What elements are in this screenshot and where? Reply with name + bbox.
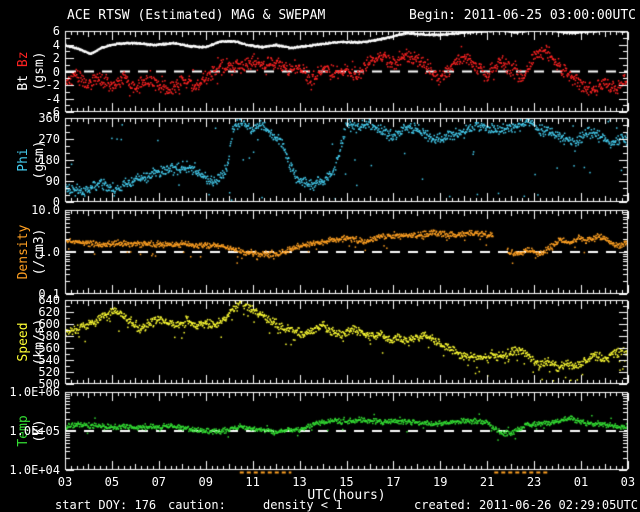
xtick-label: 17 (386, 475, 401, 489)
xaxis-tick-labels: 03 05 07 09 11 13 15 17 19 21 23 01 03 (51, 475, 640, 489)
xtick-label: 13 (292, 475, 307, 489)
xtick-label: 01 (573, 475, 589, 489)
footer-caution-value: density < 1 (263, 498, 343, 512)
ace-rtsw-plot: ACE RTSW (Estimated) MAG & SWEPAM Begin:… (0, 0, 640, 512)
footer-caution-label: caution: (168, 498, 226, 512)
page-title: ACE RTSW (Estimated) MAG & SWEPAM (67, 8, 326, 23)
xtick-label: 15 (339, 475, 354, 489)
yaxis-ticks-bt-bz: 6 4 2 0 -2 -4 -6 (45, 24, 60, 119)
footer-created-timestamp: created: 2011-06-26 02:29:05UTC (414, 498, 638, 512)
footer-start-doy: start DOY: 176 (55, 498, 157, 512)
yaxis-ticks-phi: 360 270 180 90 0 (38, 111, 60, 209)
xtick-label: 21 (479, 475, 495, 489)
yaxis-ticks-temp: 1.0E+06 1.0E+05 1.0E+04 (9, 385, 60, 477)
xtick-label: 03 (57, 475, 73, 489)
begin-timestamp: Begin: 2011-06-25 03:00:00UTC (409, 8, 636, 23)
xtick-label: 03 (620, 475, 636, 489)
xtick-label: 05 (104, 475, 120, 489)
xtick-label: 23 (526, 475, 542, 489)
xtick-label: 09 (198, 475, 213, 489)
yaxis-ticks-speed: 640 620 600 580 560 540 520 500 (38, 293, 60, 391)
xtick-label: 07 (151, 475, 167, 489)
xtick-label: 19 (433, 475, 448, 489)
plot-canvas (0, 0, 640, 512)
xtick-label: 11 (245, 475, 260, 489)
yaxis-ticks-density: 10.0 1.0 0.1 (31, 203, 60, 301)
